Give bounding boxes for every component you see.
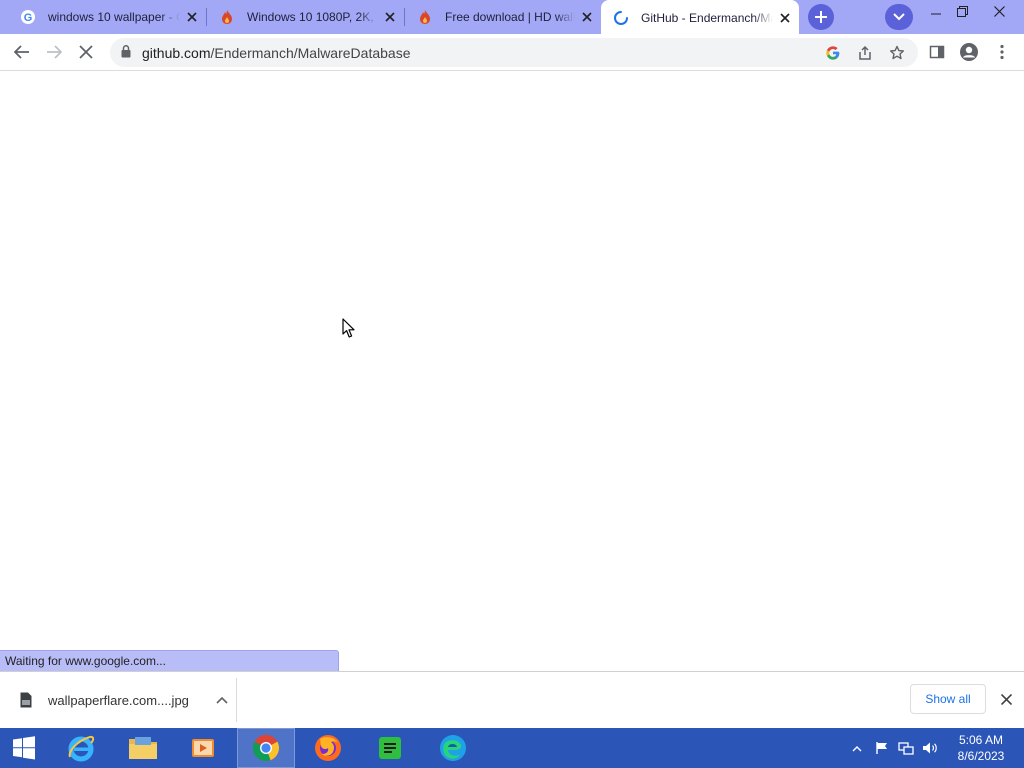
download-separator <box>236 678 237 722</box>
taskbar-internet-explorer[interactable] <box>52 728 110 768</box>
arrow-left-icon <box>14 45 29 59</box>
browser-toolbar: github.com/Endermanch/MalwareDatabase <box>0 34 1024 71</box>
tab-github[interactable]: GitHub - Endermanch/MalwareDatabase <box>601 0 799 36</box>
forward-button[interactable] <box>40 38 68 66</box>
folder-icon <box>129 737 157 759</box>
close-icon[interactable] <box>579 9 595 25</box>
clock-time: 5:06 AM <box>958 733 1004 747</box>
plus-icon <box>815 11 827 23</box>
tab-title: GitHub - Endermanch/MalwareDatabase <box>641 11 773 25</box>
google-icon: G <box>20 9 36 25</box>
action-center-flag-icon[interactable] <box>872 728 892 768</box>
close-window-button[interactable] <box>982 0 1016 22</box>
google-lens-icon[interactable] <box>822 42 844 64</box>
arrow-right-icon <box>47 45 62 59</box>
restore-icon <box>956 5 968 17</box>
network-icon[interactable] <box>896 728 916 768</box>
lock-icon <box>121 45 131 63</box>
side-panel-button[interactable] <box>923 38 951 66</box>
taskbar-chrome[interactable] <box>237 728 295 768</box>
restore-button[interactable] <box>945 0 979 22</box>
wallpaperflare-icon <box>219 9 235 25</box>
taskbar-media-player[interactable] <box>174 728 232 768</box>
tab-wallpaperflare-2[interactable]: Free download | HD wallpaper <box>405 0 601 34</box>
image-file-icon <box>20 691 34 709</box>
close-download-bar-button[interactable] <box>996 689 1016 709</box>
show-hidden-icons-button[interactable] <box>848 728 866 768</box>
edge-icon <box>440 735 466 761</box>
kebab-menu-icon <box>1000 44 1004 60</box>
notepad-plus-icon <box>379 737 401 759</box>
firefox-icon <box>315 735 341 761</box>
taskbar-firefox[interactable] <box>299 728 357 768</box>
profile-button[interactable] <box>955 38 983 66</box>
tab-strip: G windows 10 wallpaper - Google Search W… <box>0 0 1024 36</box>
loading-spinner-icon <box>613 10 629 26</box>
volume-icon[interactable] <box>920 728 940 768</box>
download-filename: wallpaperflare.com....jpg <box>48 692 189 708</box>
address-bar[interactable]: github.com/Endermanch/MalwareDatabase <box>110 38 918 67</box>
close-icon <box>993 5 1005 17</box>
show-all-button[interactable]: Show all <box>910 684 986 714</box>
taskbar-notepad-plus[interactable] <box>361 728 419 768</box>
status-bubble: Waiting for www.google.com... <box>0 650 339 671</box>
bookmark-star-icon[interactable] <box>886 42 908 64</box>
menu-button[interactable] <box>988 38 1016 66</box>
media-player-icon <box>192 739 214 757</box>
mouse-cursor-icon <box>342 318 356 344</box>
internet-explorer-icon <box>68 735 95 762</box>
taskbar: 5:06 AM 8/6/2023 <box>0 728 1024 768</box>
page-content <box>0 71 1024 672</box>
close-icon[interactable] <box>382 9 398 25</box>
taskbar-file-explorer[interactable] <box>114 728 172 768</box>
url-host: github.com <box>142 45 211 61</box>
new-tab-button[interactable] <box>808 4 834 30</box>
close-icon[interactable] <box>184 9 200 25</box>
side-panel-icon <box>929 45 945 59</box>
minimize-icon <box>931 13 941 15</box>
url-text[interactable]: github.com/Endermanch/MalwareDatabase <box>142 45 410 61</box>
svg-text:G: G <box>24 12 33 24</box>
taskbar-edge[interactable] <box>424 728 482 768</box>
download-bar: wallpaperflare.com....jpg Show all <box>0 671 1024 728</box>
chevron-up-icon <box>852 745 862 751</box>
system-clock[interactable]: 5:06 AM 8/6/2023 <box>946 732 1016 764</box>
tab-search-button[interactable] <box>885 4 913 30</box>
start-button[interactable] <box>0 728 48 768</box>
tab-title: Windows 10 1080P, 2K, 4K, 5K HD wallpape… <box>247 10 378 24</box>
tab-title: windows 10 wallpaper - Google Search <box>48 10 180 24</box>
clock-date: 8/6/2023 <box>957 749 1005 763</box>
back-button[interactable] <box>8 38 36 66</box>
chevron-up-icon[interactable] <box>212 690 232 710</box>
share-icon[interactable] <box>854 42 876 64</box>
tab-title: Free download | HD wallpaper <box>445 10 575 24</box>
tab-google-search[interactable]: G windows 10 wallpaper - Google Search <box>8 0 206 34</box>
windows-logo-icon <box>13 736 35 760</box>
tab-wallpaperflare-1[interactable]: Windows 10 1080P, 2K, 4K, 5K HD wallpape… <box>207 0 404 34</box>
chevron-down-icon <box>893 13 905 21</box>
close-icon <box>1000 693 1012 705</box>
stop-icon <box>79 45 93 59</box>
url-path: /Endermanch/MalwareDatabase <box>210 45 411 61</box>
stop-loading-button[interactable] <box>72 38 100 66</box>
avatar-icon <box>960 43 978 61</box>
wallpaperflare-icon <box>417 9 433 25</box>
chrome-icon <box>252 734 280 762</box>
download-item[interactable]: wallpaperflare.com....jpg <box>8 680 232 720</box>
close-icon[interactable] <box>777 10 793 26</box>
